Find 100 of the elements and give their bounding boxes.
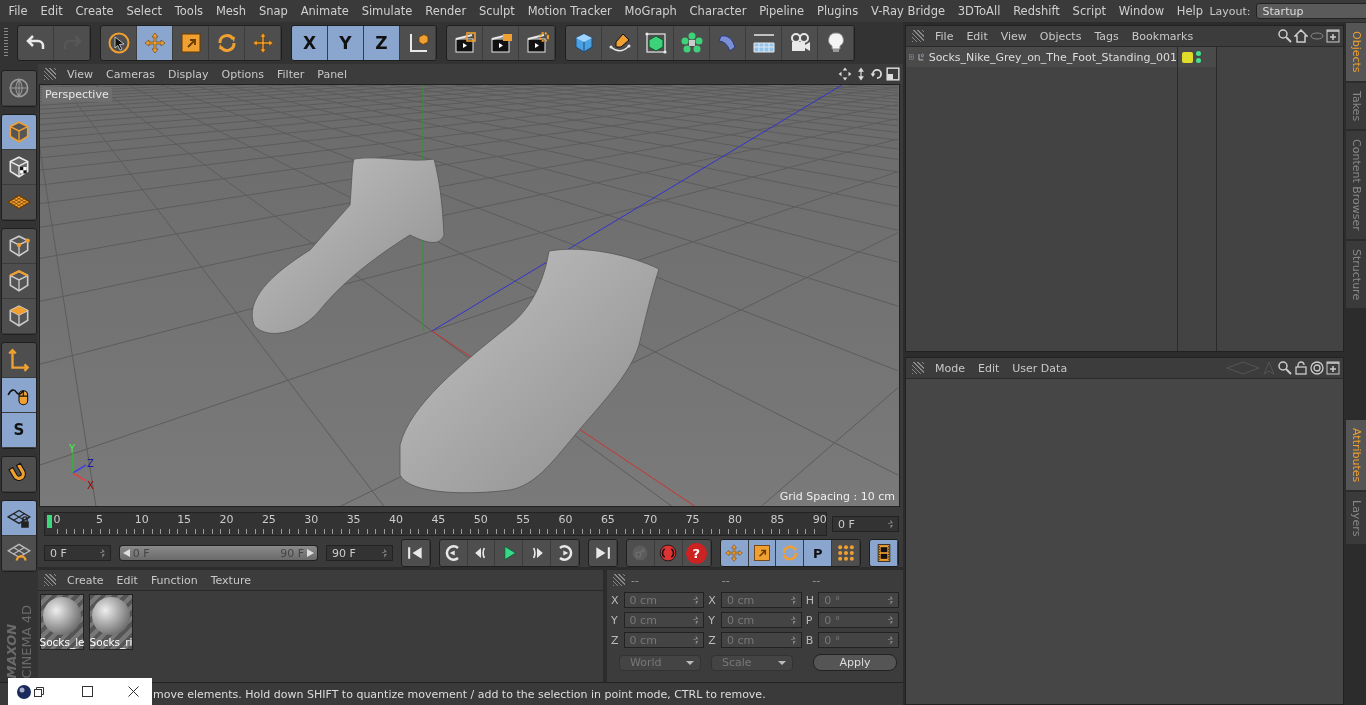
- search-icon[interactable]: [1278, 361, 1292, 375]
- scale-icon: [178, 31, 203, 55]
- apply-button[interactable]: Apply: [813, 654, 897, 672]
- cursor-icon: [106, 31, 131, 55]
- move-arrows-icon: [142, 31, 167, 55]
- menu-item[interactable]: File: [930, 29, 962, 43]
- object-row[interactable]: Socks_Nike_Grey_on_The_Foot_Standing_001: [906, 47, 1177, 67]
- menu-item[interactable]: Snap: [252, 4, 295, 18]
- menu-item[interactable]: Display: [163, 67, 217, 81]
- anim-rotate-button[interactable]: [776, 540, 805, 567]
- maximize-window-icon[interactable]: [82, 686, 93, 697]
- film-button[interactable]: [870, 540, 898, 567]
- camera-label[interactable]: Perspective: [42, 87, 112, 102]
- menu-item[interactable]: Window: [1112, 4, 1171, 18]
- menu-item[interactable]: MoGraph: [618, 4, 684, 18]
- layout-dropdown[interactable]: Startup: [1255, 3, 1366, 19]
- menu-item[interactable]: Animate: [294, 4, 356, 18]
- menu-item[interactable]: Objects: [1034, 29, 1090, 43]
- drag-handle[interactable]: [912, 30, 924, 42]
- rotate-view-icon[interactable]: [870, 67, 884, 81]
- end-frame-field[interactable]: 90 F: [326, 545, 393, 562]
- menu-item[interactable]: Bookmarks: [1126, 29, 1202, 43]
- menu-item[interactable]: Function: [145, 573, 206, 587]
- drag-handle[interactable]: [44, 574, 56, 587]
- menu-item[interactable]: User Data: [1007, 361, 1076, 375]
- menu-item[interactable]: Options: [216, 67, 272, 81]
- menu-item[interactable]: Script: [1066, 4, 1113, 18]
- menu-item[interactable]: Tools: [168, 4, 210, 18]
- menu-item[interactable]: Render: [418, 4, 473, 18]
- lock-grid-button[interactable]: [2, 501, 36, 536]
- search-icon[interactable]: [1278, 29, 1292, 43]
- layout-label: Layout:: [1209, 4, 1251, 18]
- menu-item[interactable]: Plugins: [810, 4, 865, 18]
- right-arrow-icon[interactable]: [307, 549, 314, 558]
- menu-item[interactable]: Select: [120, 4, 169, 18]
- playhead[interactable]: [47, 515, 52, 529]
- visibility-dots-icon[interactable]: [1196, 51, 1201, 63]
- timeline-ruler[interactable]: 0 5 10 15 20 25 30 35 40 45 50 55 60 65 70 75 80 85 90: [44, 512, 827, 537]
- menu-item[interactable]: Character: [683, 4, 753, 18]
- panel-tab[interactable]: Attributes: [1346, 419, 1366, 490]
- restore-window-icon[interactable]: [34, 686, 44, 697]
- drag-handle[interactable]: [613, 574, 625, 587]
- move-view-icon[interactable]: [838, 67, 852, 81]
- menu-item[interactable]: Edit: [34, 4, 70, 18]
- menu-item[interactable]: Help: [1170, 4, 1210, 18]
- pen-nib-icon: [607, 31, 632, 55]
- menu-item[interactable]: Mesh: [209, 4, 253, 18]
- parameter-key-button[interactable]: P: [804, 540, 833, 567]
- axis-label: X: [708, 593, 717, 607]
- menu-item[interactable]: V-Ray Bridge: [864, 4, 952, 18]
- menu-item[interactable]: Panel: [312, 67, 355, 81]
- axis-toggle-button[interactable]: Z: [364, 26, 400, 60]
- anim-scale-button[interactable]: [748, 540, 777, 567]
- menu-item[interactable]: Edit: [961, 29, 996, 43]
- new-window-icon[interactable]: [1326, 361, 1340, 375]
- new-window-icon[interactable]: [1326, 29, 1340, 43]
- left-arrow-icon[interactable]: [122, 549, 130, 558]
- start-frame-field[interactable]: 0 F: [44, 545, 111, 562]
- floor-icon: [751, 31, 776, 55]
- drag-handle[interactable]: [912, 362, 924, 374]
- current-frame-field[interactable]: 0 F: [832, 516, 899, 533]
- drag-handle[interactable]: [4, 28, 8, 58]
- close-icon[interactable]: [128, 686, 139, 697]
- menu-item[interactable]: Simulate: [355, 4, 419, 18]
- menu-item[interactable]: Cameras: [101, 67, 163, 81]
- axis-toggle-button[interactable]: X: [292, 26, 328, 60]
- menu-item[interactable]: Redshift: [1006, 4, 1067, 18]
- anim-move-button[interactable]: [720, 540, 749, 567]
- menu-item[interactable]: Pipeline: [752, 4, 811, 18]
- panel-tab[interactable]: Objects: [1346, 23, 1366, 81]
- menu-item[interactable]: File: [2, 4, 35, 18]
- menu-item[interactable]: Filter: [272, 67, 313, 81]
- menu-item[interactable]: 3DToAll: [951, 4, 1007, 18]
- material-swatch[interactable]: Socks_ri: [89, 594, 133, 651]
- material-swatch[interactable]: Socks_le: [40, 594, 84, 651]
- menu-item[interactable]: Texture: [205, 573, 259, 587]
- menu-item[interactable]: Motion Tracker: [521, 4, 619, 18]
- frame-number: 85: [770, 513, 785, 528]
- frame-number: 55: [516, 513, 531, 528]
- move-button[interactable]: [137, 26, 173, 60]
- menu-item[interactable]: View: [62, 67, 102, 81]
- menu-item[interactable]: Create: [62, 573, 112, 587]
- menu-item[interactable]: Mode: [930, 361, 973, 375]
- menu-item[interactable]: Create: [69, 4, 121, 18]
- unlocked-padlock-icon[interactable]: [1294, 361, 1308, 375]
- menu-item[interactable]: Tags: [1089, 29, 1127, 43]
- home-icon[interactable]: [1294, 29, 1308, 43]
- menu-item[interactable]: Edit: [973, 361, 1008, 375]
- menu-item[interactable]: Sculpt: [472, 4, 522, 18]
- axis-toggle-button[interactable]: Y: [328, 26, 364, 60]
- maximize-view-icon[interactable]: [886, 67, 900, 81]
- clapperboard-icon: [524, 31, 549, 55]
- target-icon[interactable]: [1310, 361, 1324, 375]
- menu-item[interactable]: View: [995, 29, 1035, 43]
- drag-handle[interactable]: [44, 68, 56, 80]
- model-button[interactable]: [2, 115, 36, 150]
- menu-item[interactable]: Edit: [111, 573, 146, 587]
- tweak-button[interactable]: [2, 378, 36, 413]
- snap-button[interactable]: S: [2, 413, 36, 448]
- layer-swatch[interactable]: [1182, 51, 1193, 63]
